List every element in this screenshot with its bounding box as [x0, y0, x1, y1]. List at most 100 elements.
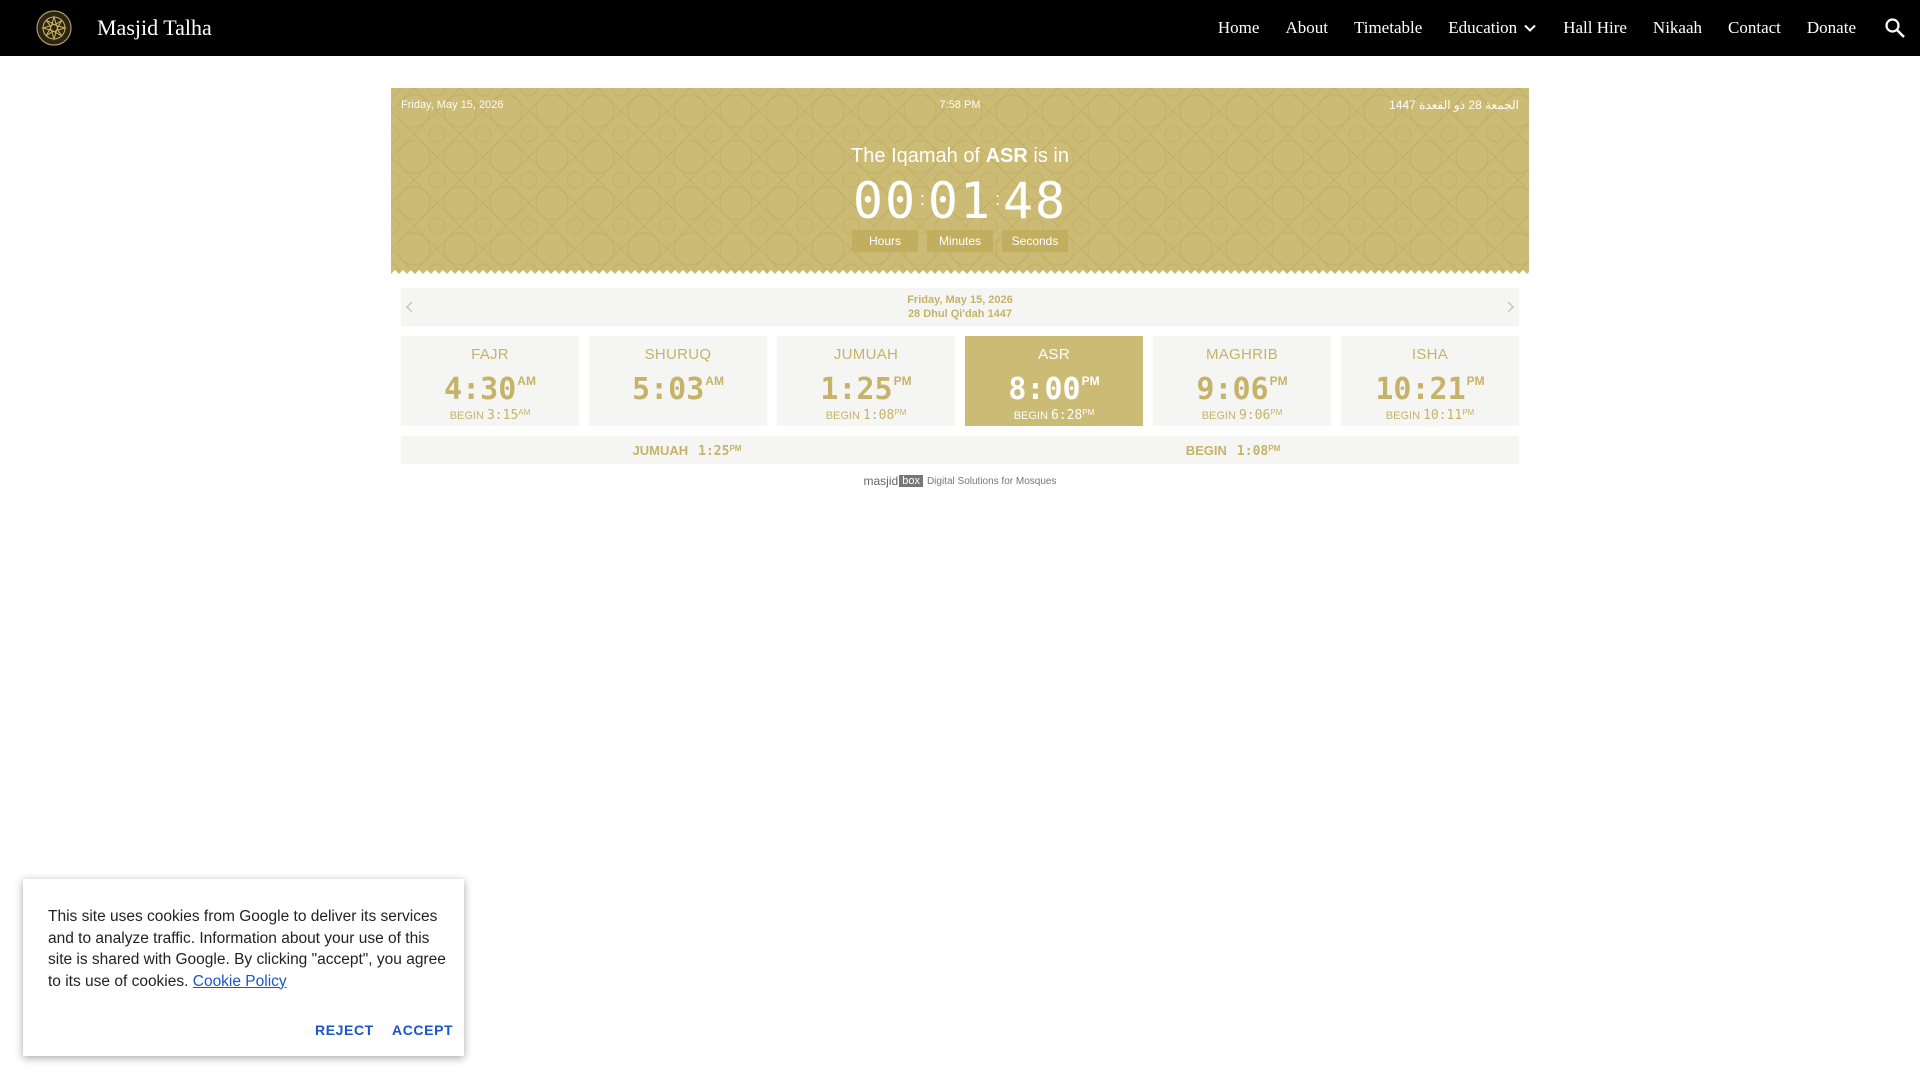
- iqamah-ampm: PM: [1466, 374, 1485, 388]
- countdown-minutes-value: 01: [927, 172, 993, 230]
- chevron-down-icon: [1524, 24, 1536, 32]
- prayer-times-widget: Friday, May 15, 2026 7:58 PM الجمعة 28 ذ…: [391, 88, 1529, 488]
- begin-time-value: 6:28: [1050, 408, 1083, 423]
- countdown-separator: :: [994, 189, 1000, 209]
- iqamah-ampm: AM: [517, 374, 536, 388]
- brand-tagline: Digital Solutions for Mosques: [926, 475, 1057, 487]
- nav-nikaah[interactable]: Nikaah: [1653, 18, 1702, 38]
- begin-time-value: 1:08: [862, 408, 895, 423]
- nav-about[interactable]: About: [1285, 18, 1328, 38]
- begin-label: BEGIN: [1013, 410, 1048, 422]
- selected-day-hijri: 28 Dhul Qi'dah 1447: [907, 308, 1013, 320]
- nav-hall-hire[interactable]: Hall Hire: [1563, 18, 1627, 38]
- jumuah-summary-bar: JUMUAH 1:25PM BEGIN 1:08PM: [401, 436, 1519, 464]
- countdown-hours-label: Hours: [852, 230, 918, 252]
- countdown-seconds-label: Seconds: [1002, 230, 1068, 252]
- begin-ampm: PM: [1270, 408, 1283, 417]
- chevron-right-icon[interactable]: [1503, 299, 1517, 315]
- cookie-message: This site uses cookies from Google to de…: [48, 906, 448, 992]
- begin-ampm: PM: [1462, 408, 1475, 417]
- iqamah-ampm: PM: [1081, 374, 1100, 388]
- iqamah-suffix: is in: [1033, 145, 1069, 167]
- nav-education[interactable]: Education: [1448, 18, 1537, 38]
- prayer-name: JUMUAH: [833, 346, 899, 363]
- mosque-star-logo-icon[interactable]: [36, 10, 72, 46]
- reject-button[interactable]: REJECT: [315, 1022, 374, 1038]
- prayer-card-fajr: FAJR 4:30AM BEGIN 3:15AM: [401, 336, 579, 426]
- prayer-cards: FAJR 4:30AM BEGIN 3:15AM SHURUQ 5:03AM J…: [401, 336, 1519, 426]
- zigzag-edge-decoration: [391, 270, 1529, 278]
- iqamah-ampm: PM: [893, 374, 912, 388]
- iqamah-ampm: AM: [705, 374, 724, 388]
- begin-time: BEGIN 10:11PM: [1341, 408, 1519, 423]
- main-nav: Home About Timetable Education Hall Hire…: [1218, 0, 1920, 56]
- banner-current-time: 7:58 PM: [939, 99, 981, 111]
- nav-education-label: Education: [1448, 18, 1518, 37]
- begin-time-value: 3:15: [486, 408, 519, 423]
- nav-contact[interactable]: Contact: [1728, 18, 1781, 38]
- iqamah-ampm: PM: [1269, 374, 1288, 388]
- brand-name-part1: masjid: [863, 474, 899, 488]
- prayer-card-shuruq: SHURUQ 5:03AM: [589, 336, 767, 426]
- begin-label: BEGIN: [825, 410, 860, 422]
- prayer-name: ASR: [1038, 346, 1070, 363]
- begin-time: BEGIN 6:28PM: [965, 408, 1143, 423]
- iqamah-time: 9:06PM: [1153, 365, 1331, 406]
- brand-name-part2: box: [899, 475, 923, 487]
- countdown-separator: :: [919, 189, 925, 209]
- prayer-name: SHURUQ: [644, 346, 712, 363]
- prayer-name: FAJR: [471, 346, 509, 363]
- iqamah-prayer-name: ASR: [985, 145, 1028, 167]
- countdown-hours-value: 00: [852, 172, 918, 230]
- countdown-timer: 00 Hours : 01 Minutes : 48 Seconds: [391, 175, 1529, 252]
- countdown-minutes: 01 Minutes: [927, 175, 993, 252]
- begin-ampm: PM: [894, 408, 907, 417]
- begin-label: BEGIN: [1201, 410, 1236, 422]
- begin-label: BEGIN: [449, 410, 484, 422]
- begin-ampm: AM: [518, 408, 531, 417]
- iqamah-time-value: 1:25: [820, 372, 893, 407]
- banner-hijri-date: الجمعة 28 ذو القعدة 1447: [1389, 98, 1519, 112]
- selected-day: Friday, May 15, 2026 28 Dhul Qi'dah 1447: [401, 293, 1519, 321]
- iqamah-heading: The Iqamah of ASR is in: [391, 145, 1529, 168]
- begin-time: BEGIN 3:15AM: [401, 408, 579, 423]
- iqamah-time-value: 4:30: [444, 372, 517, 407]
- begin-time: BEGIN 9:06PM: [1153, 408, 1331, 423]
- prayer-name: MAGHRIB: [1205, 346, 1279, 363]
- cookie-policy-link[interactable]: Cookie Policy: [193, 973, 287, 990]
- jumuah-iqamah: JUMUAH 1:25PM: [401, 443, 973, 459]
- site-title[interactable]: Masjid Talha: [97, 15, 212, 41]
- prayer-card-asr: ASR 8:00PM BEGIN 6:28PM: [965, 336, 1143, 426]
- selected-day-gregorian: Friday, May 15, 2026: [907, 294, 1013, 306]
- jumuah-begin-ampm: PM: [1268, 444, 1281, 453]
- prayer-card-isha: ISHA 10:21PM BEGIN 10:11PM: [1341, 336, 1519, 426]
- jumuah-begin: BEGIN 1:08PM: [947, 443, 1519, 459]
- begin-ampm: PM: [1082, 408, 1095, 417]
- jumuah-time: 1:25: [698, 444, 730, 459]
- iqamah-countdown-banner: Friday, May 15, 2026 7:58 PM الجمعة 28 ذ…: [391, 88, 1529, 278]
- jumuah-begin-label: BEGIN: [1185, 443, 1227, 458]
- begin-time: BEGIN 1:08PM: [777, 408, 955, 423]
- jumuah-begin-time: 1:08: [1236, 444, 1269, 459]
- countdown-hours: 00 Hours: [852, 175, 918, 252]
- iqamah-time: 5:03AM: [589, 365, 767, 406]
- masjidbox-branding[interactable]: masjid box Digital Solutions for Mosques: [391, 474, 1529, 488]
- countdown-seconds-value: 48: [1002, 172, 1068, 230]
- iqamah-time-value: 10:21: [1375, 372, 1466, 407]
- iqamah-time: 10:21PM: [1341, 365, 1519, 406]
- iqamah-time-value: 9:06: [1196, 372, 1269, 407]
- nav-home[interactable]: Home: [1218, 18, 1260, 38]
- iqamah-time: 8:00PM: [965, 365, 1143, 406]
- prayer-name: ISHA: [1411, 346, 1449, 363]
- jumuah-label: JUMUAH: [632, 443, 689, 458]
- jumuah-ampm: PM: [729, 444, 742, 453]
- nav-donate[interactable]: Donate: [1807, 18, 1856, 38]
- prayer-card-jumuah: JUMUAH 1:25PM BEGIN 1:08PM: [777, 336, 955, 426]
- nav-timetable[interactable]: Timetable: [1354, 18, 1422, 38]
- accept-button[interactable]: ACCEPT: [392, 1022, 453, 1038]
- iqamah-time-value: 8:00: [1008, 372, 1081, 407]
- prayer-card-maghrib: MAGHRIB 9:06PM BEGIN 9:06PM: [1153, 336, 1331, 426]
- top-navigation-bar: Masjid Talha Home About Timetable Educat…: [0, 0, 1920, 56]
- countdown-minutes-label: Minutes: [927, 230, 993, 252]
- search-icon[interactable]: [1884, 17, 1906, 39]
